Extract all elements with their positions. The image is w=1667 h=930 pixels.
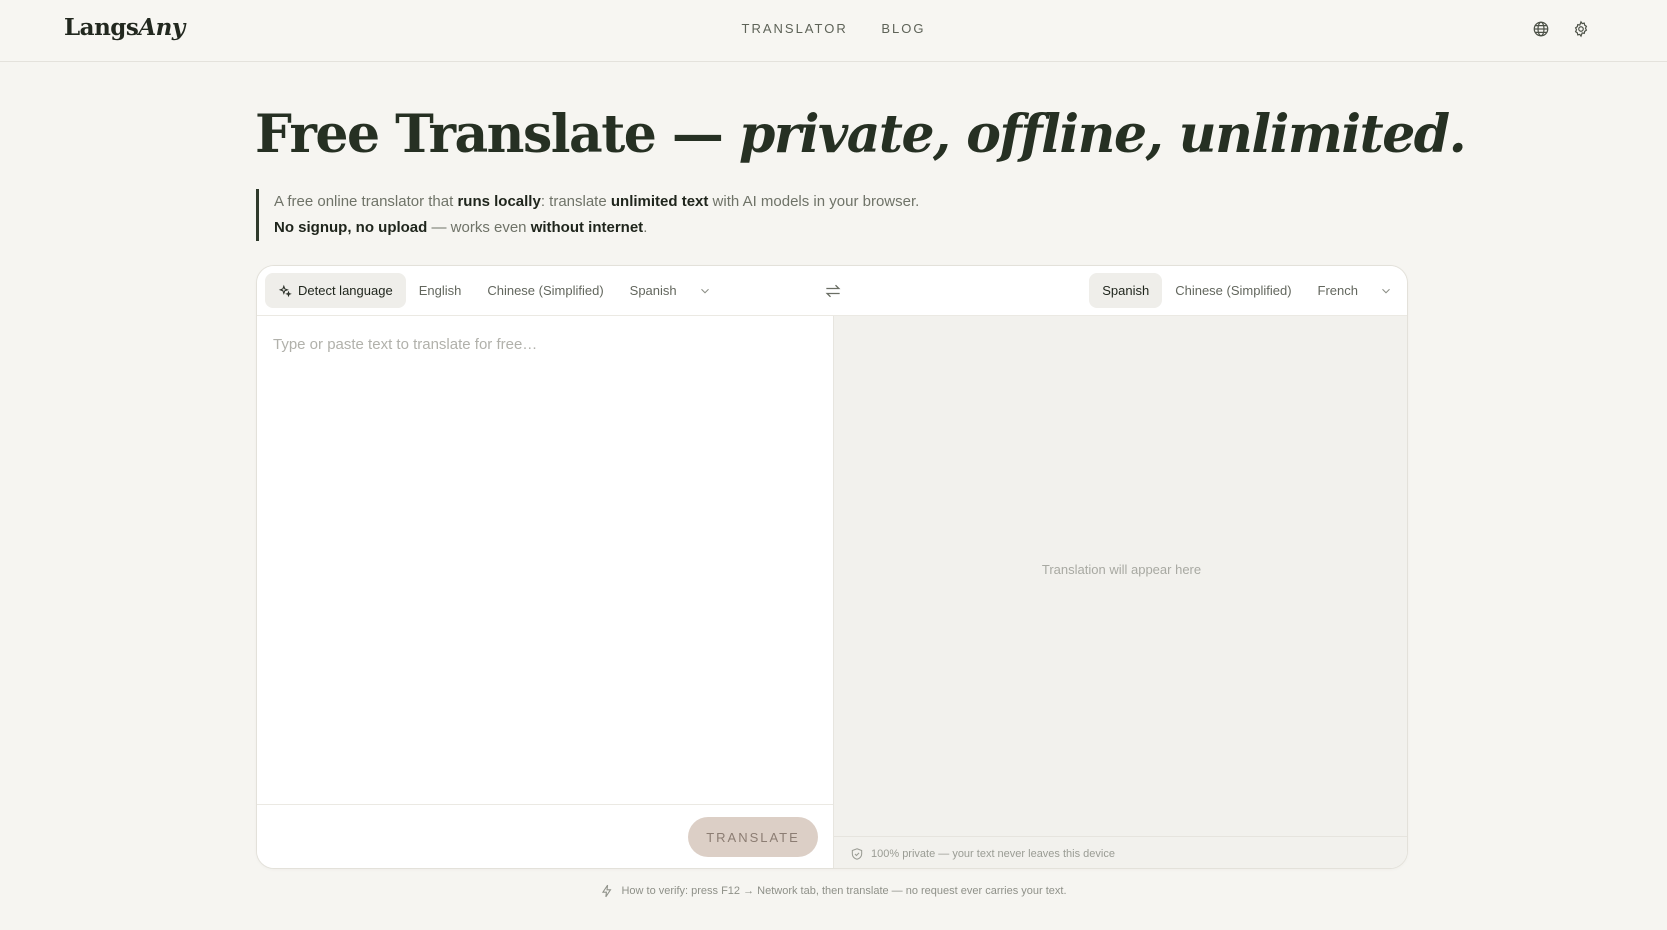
nav-translator[interactable]: TRANSLATOR bbox=[742, 21, 848, 36]
language-toolbar: Detect language English Chinese (Simplif… bbox=[257, 266, 1407, 316]
description-line-1: A free online translator that runs local… bbox=[274, 189, 1016, 215]
verify-note: How to verify: press F12 → Network tab, … bbox=[0, 884, 1667, 898]
lightning-icon bbox=[602, 884, 612, 898]
target-lang-spanish[interactable]: Spanish bbox=[1089, 273, 1163, 308]
desc-text: . bbox=[643, 219, 648, 236]
title-plain: Free Translate — bbox=[255, 104, 740, 165]
detect-language-button[interactable]: Detect language bbox=[265, 273, 406, 308]
nav-blog[interactable]: BLOG bbox=[881, 21, 925, 36]
target-lang-french[interactable]: French bbox=[1305, 273, 1371, 308]
desc-bold: runs locally bbox=[457, 193, 541, 210]
source-footer: TRANSLATE bbox=[257, 804, 833, 868]
target-language-selector: Spanish Chinese (Simplified) French bbox=[1089, 273, 1401, 308]
desc-bold: No signup, no upload bbox=[274, 219, 428, 236]
main-nav: TRANSLATOR BLOG bbox=[0, 21, 1667, 36]
desc-text: : translate bbox=[540, 193, 611, 210]
gear-icon[interactable] bbox=[1572, 20, 1590, 38]
hero-description: A free online translator that runs local… bbox=[256, 189, 1016, 241]
translator-card: Detect language English Chinese (Simplif… bbox=[256, 265, 1408, 869]
chevron-down-icon[interactable] bbox=[1379, 284, 1393, 298]
translate-button[interactable]: TRANSLATE bbox=[688, 817, 818, 857]
desc-bold: without internet bbox=[530, 219, 644, 236]
target-lang-chinese-simplified[interactable]: Chinese (Simplified) bbox=[1162, 273, 1304, 308]
top-header: LangsAny TRANSLATOR BLOG bbox=[0, 0, 1667, 62]
title-italic: private, offline, unlimited. bbox=[739, 104, 1467, 165]
swap-languages-icon[interactable] bbox=[823, 281, 843, 301]
chevron-down-icon[interactable] bbox=[698, 284, 712, 298]
shield-check-icon bbox=[851, 847, 863, 860]
sparkle-icon bbox=[278, 284, 292, 297]
detect-language-label: Detect language bbox=[298, 283, 393, 298]
target-pane: Translation will appear here 100% privat… bbox=[834, 316, 1407, 868]
source-text-input[interactable] bbox=[273, 336, 813, 776]
desc-text: with AI models in your browser. bbox=[708, 193, 920, 210]
desc-bold: unlimited text bbox=[610, 193, 709, 210]
translation-placeholder: Translation will appear here bbox=[1041, 562, 1202, 577]
desc-text: — works even bbox=[427, 219, 531, 236]
description-line-2: No signup, no upload — works even withou… bbox=[274, 215, 1016, 241]
privacy-footer: 100% private — your text never leaves th… bbox=[834, 836, 1407, 868]
page-title: Free Translate — private, offline, unlim… bbox=[255, 104, 1467, 165]
verify-text: How to verify: press F12 → Network tab, … bbox=[621, 885, 1067, 897]
source-lang-chinese-simplified[interactable]: Chinese (Simplified) bbox=[474, 273, 616, 308]
globe-icon[interactable] bbox=[1532, 20, 1550, 38]
source-language-selector: Detect language English Chinese (Simplif… bbox=[265, 273, 720, 308]
privacy-note: 100% private — your text never leaves th… bbox=[871, 847, 1115, 860]
source-pane: TRANSLATE bbox=[257, 316, 833, 868]
source-lang-english[interactable]: English bbox=[406, 273, 475, 308]
desc-text: A free online translator that bbox=[274, 193, 458, 210]
header-actions bbox=[1532, 20, 1590, 38]
source-lang-spanish[interactable]: Spanish bbox=[617, 273, 690, 308]
